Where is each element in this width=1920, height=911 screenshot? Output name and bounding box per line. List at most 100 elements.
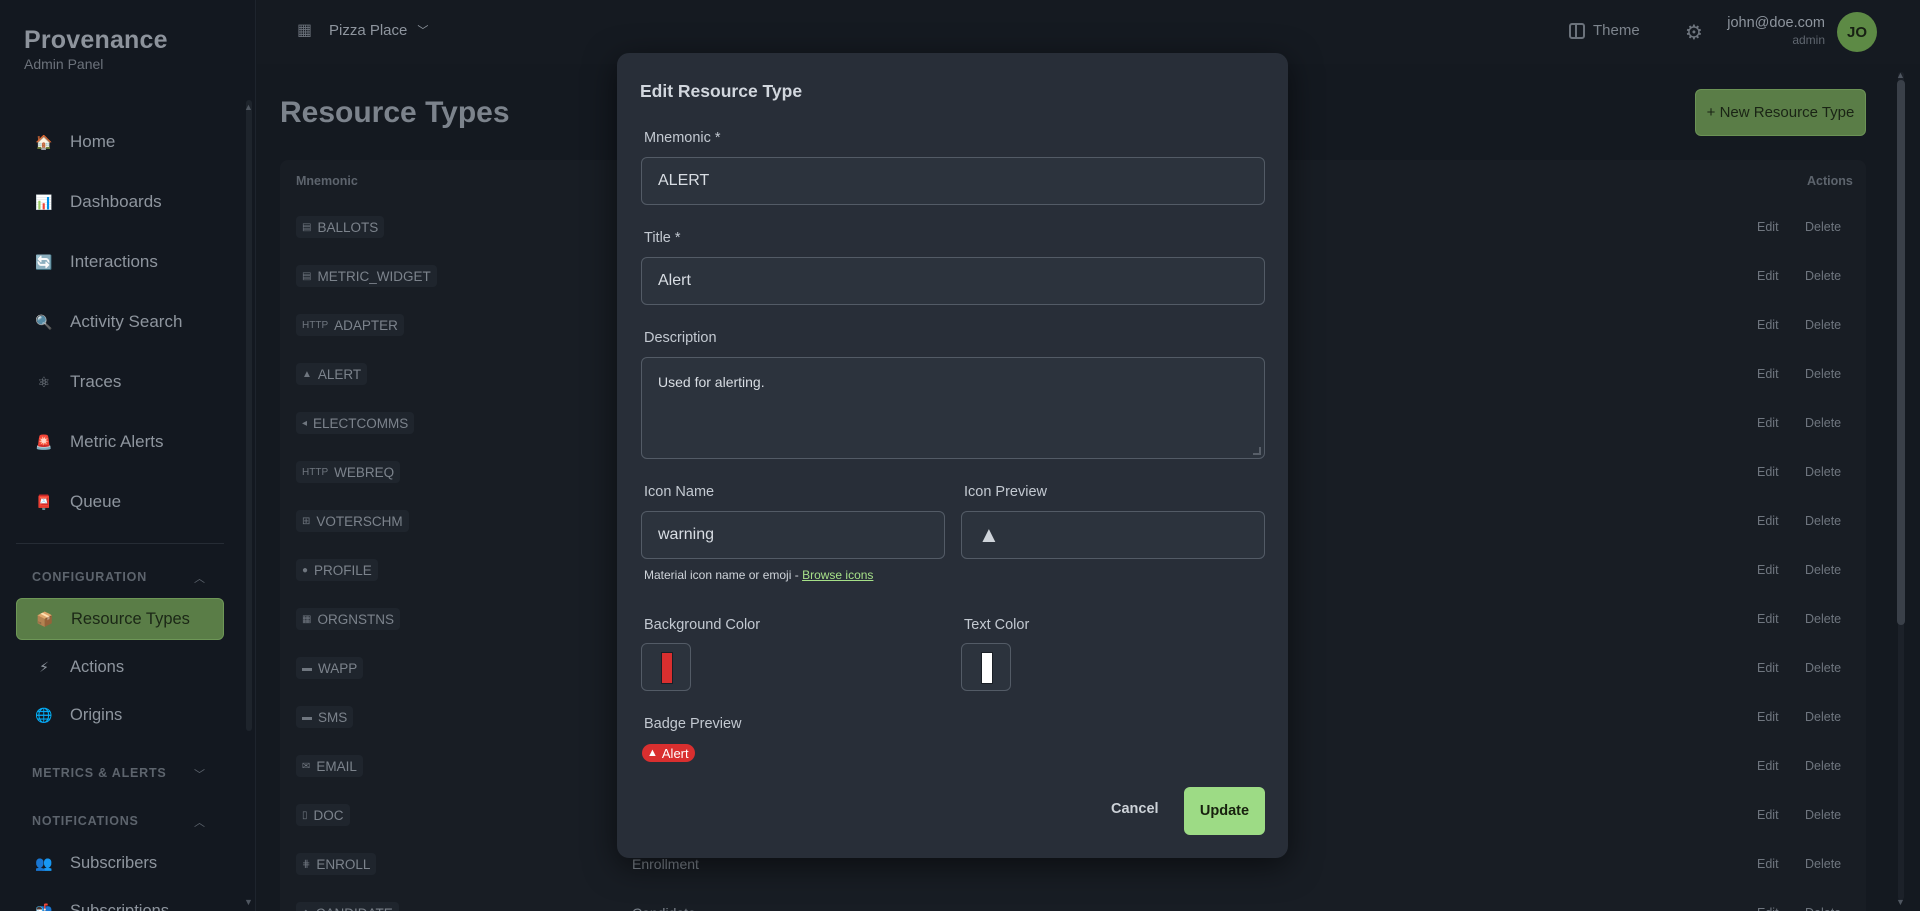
page-title: Resource Types (280, 96, 510, 129)
resize-grip-icon[interactable] (1253, 447, 1261, 455)
chevron-down-icon[interactable]: ﹀ (194, 766, 208, 782)
nav-item-metric-alerts[interactable]: 🚨 Metric Alerts (16, 420, 224, 464)
title-field[interactable]: Alert (641, 257, 1265, 305)
edit-button[interactable]: Edit (1757, 416, 1779, 430)
edit-button[interactable]: Edit (1757, 857, 1779, 871)
theme-button[interactable]: Theme (1569, 22, 1640, 39)
badge-preview-label: Badge Preview (644, 716, 742, 732)
sidebar-item-resource-types[interactable]: 📦 Resource Types (16, 598, 224, 640)
row-mnemonic-badge: ● PROFILE (296, 559, 378, 581)
row-mnemonic-text: EMAIL (316, 758, 357, 774)
row-mnemonic-badge: ▤ BALLOTS (296, 216, 385, 238)
text-color-picker[interactable] (961, 643, 1011, 691)
delete-button[interactable]: Delete (1805, 612, 1841, 626)
nav-item-interactions[interactable]: 🔄 Interactions (16, 240, 224, 284)
atom-icon: ⚛ (37, 373, 51, 390)
badge-preview: ▲ Alert (642, 744, 695, 762)
column-header-mnemonic[interactable]: Mnemonic (296, 174, 358, 188)
nav-label: Interactions (70, 252, 158, 271)
org-switcher[interactable]: ▦ Pizza Place ﹀ (297, 20, 428, 40)
edit-button[interactable]: Edit (1757, 220, 1779, 234)
resource-icon: ⊞ (302, 515, 311, 527)
new-resource-type-button[interactable]: + New Resource Type (1695, 89, 1866, 136)
avatar[interactable]: JO (1837, 12, 1877, 52)
gear-icon[interactable]: ⚙ (1685, 20, 1703, 45)
resource-icon: ✉ (302, 760, 311, 772)
mnemonic-field[interactable]: ALERT (641, 157, 1265, 205)
edit-button[interactable]: Edit (1757, 367, 1779, 381)
sidebar-item-subscriptions[interactable]: 📬 Subscriptions (16, 890, 224, 911)
update-button[interactable]: Update (1184, 787, 1265, 835)
text-color-swatch (981, 652, 993, 684)
nav-item-activity-search[interactable]: 🔍 Activity Search (16, 300, 224, 344)
scroll-up-arrow-icon[interactable]: ▲ (1896, 70, 1905, 80)
delete-button[interactable]: Delete (1805, 416, 1841, 430)
section-notifications[interactable]: NOTIFICATIONS (32, 814, 139, 828)
row-mnemonic-text: ENROLL (316, 856, 371, 872)
scroll-up-arrow-icon[interactable]: ▲ (244, 102, 253, 112)
sidebar-item-subscribers[interactable]: 👥 Subscribers (16, 842, 224, 884)
chevron-up-icon[interactable]: ︿ (194, 570, 208, 586)
sidebar-item-label: Actions (70, 657, 125, 676)
edit-button[interactable]: Edit (1757, 269, 1779, 283)
cancel-button[interactable]: Cancel (1111, 801, 1159, 817)
background-color-picker[interactable] (641, 643, 691, 691)
column-header-actions: Actions (1807, 174, 1853, 188)
row-mnemonic-badge: ⋕ ENROLL (296, 853, 377, 875)
browse-icons-link[interactable]: Browse icons (802, 568, 873, 582)
icon-name-field[interactable]: warning (641, 511, 945, 559)
description-textarea[interactable]: Used for alerting. (641, 357, 1265, 459)
delete-button[interactable]: Delete (1805, 318, 1841, 332)
edit-button[interactable]: Edit (1757, 318, 1779, 332)
theme-label: Theme (1593, 22, 1640, 39)
nav-item-traces[interactable]: ⚛ Traces (16, 360, 224, 404)
delete-button[interactable]: Delete (1805, 759, 1841, 773)
edit-button[interactable]: Edit (1757, 612, 1779, 626)
nav-item-queue[interactable]: 📮 Queue (16, 480, 224, 524)
row-mnemonic-badge: ▯ DOC (296, 804, 350, 826)
nav-item-home[interactable]: 🏠 Home (16, 120, 224, 164)
badge-text: Alert (661, 745, 689, 761)
edit-button[interactable]: Edit (1757, 759, 1779, 773)
dialog-title: Edit Resource Type (640, 81, 803, 101)
nav-label: Activity Search (70, 312, 183, 331)
delete-button[interactable]: Delete (1805, 269, 1841, 283)
edit-button[interactable]: Edit (1757, 808, 1779, 822)
user-role: admin (1792, 33, 1825, 47)
sidebar-item-origins[interactable]: 🌐 Origins (16, 694, 224, 736)
chevron-up-icon[interactable]: ︿ (194, 814, 208, 830)
scroll-down-arrow-icon[interactable]: ▼ (244, 897, 253, 907)
sidebar-scrollbar[interactable] (246, 100, 252, 731)
warning-icon: ▲ (978, 522, 1000, 547)
main-scrollbar-thumb[interactable] (1897, 80, 1905, 625)
siren-icon: 🚨 (35, 433, 53, 450)
edit-button[interactable]: Edit (1757, 906, 1779, 911)
edit-button[interactable]: Edit (1757, 514, 1779, 528)
delete-button[interactable]: Delete (1805, 808, 1841, 822)
sidebar-item-actions[interactable]: ⚡ Actions (16, 646, 224, 688)
row-mnemonic-text: BALLOTS (317, 219, 379, 235)
delete-button[interactable]: Delete (1805, 710, 1841, 724)
section-configuration[interactable]: CONFIGURATION (32, 570, 147, 584)
scroll-down-arrow-icon[interactable]: ▼ (1896, 897, 1905, 907)
delete-button[interactable]: Delete (1805, 465, 1841, 479)
resource-icon: ● (302, 564, 309, 576)
delete-button[interactable]: Delete (1805, 367, 1841, 381)
delete-button[interactable]: Delete (1805, 514, 1841, 528)
resource-icon: HTTP (302, 466, 329, 478)
delete-button[interactable]: Delete (1805, 857, 1841, 871)
user-info[interactable]: john@doe.com admin (1727, 15, 1825, 47)
row-mnemonic-badge: ▦ ORGNSTNS (296, 608, 400, 630)
delete-button[interactable]: Delete (1805, 220, 1841, 234)
nav-item-dashboards[interactable]: 📊 Dashboards (16, 180, 224, 224)
section-metrics-alerts[interactable]: METRICS & ALERTS (32, 766, 167, 780)
row-mnemonic-badge: HTTP WEBREQ (296, 461, 401, 483)
edit-button[interactable]: Edit (1757, 710, 1779, 724)
edit-button[interactable]: Edit (1757, 563, 1779, 577)
edit-button[interactable]: Edit (1757, 661, 1779, 675)
delete-button[interactable]: Delete (1805, 661, 1841, 675)
resource-icon: ▦ (302, 613, 312, 625)
delete-button[interactable]: Delete (1805, 906, 1841, 911)
edit-button[interactable]: Edit (1757, 465, 1779, 479)
delete-button[interactable]: Delete (1805, 563, 1841, 577)
